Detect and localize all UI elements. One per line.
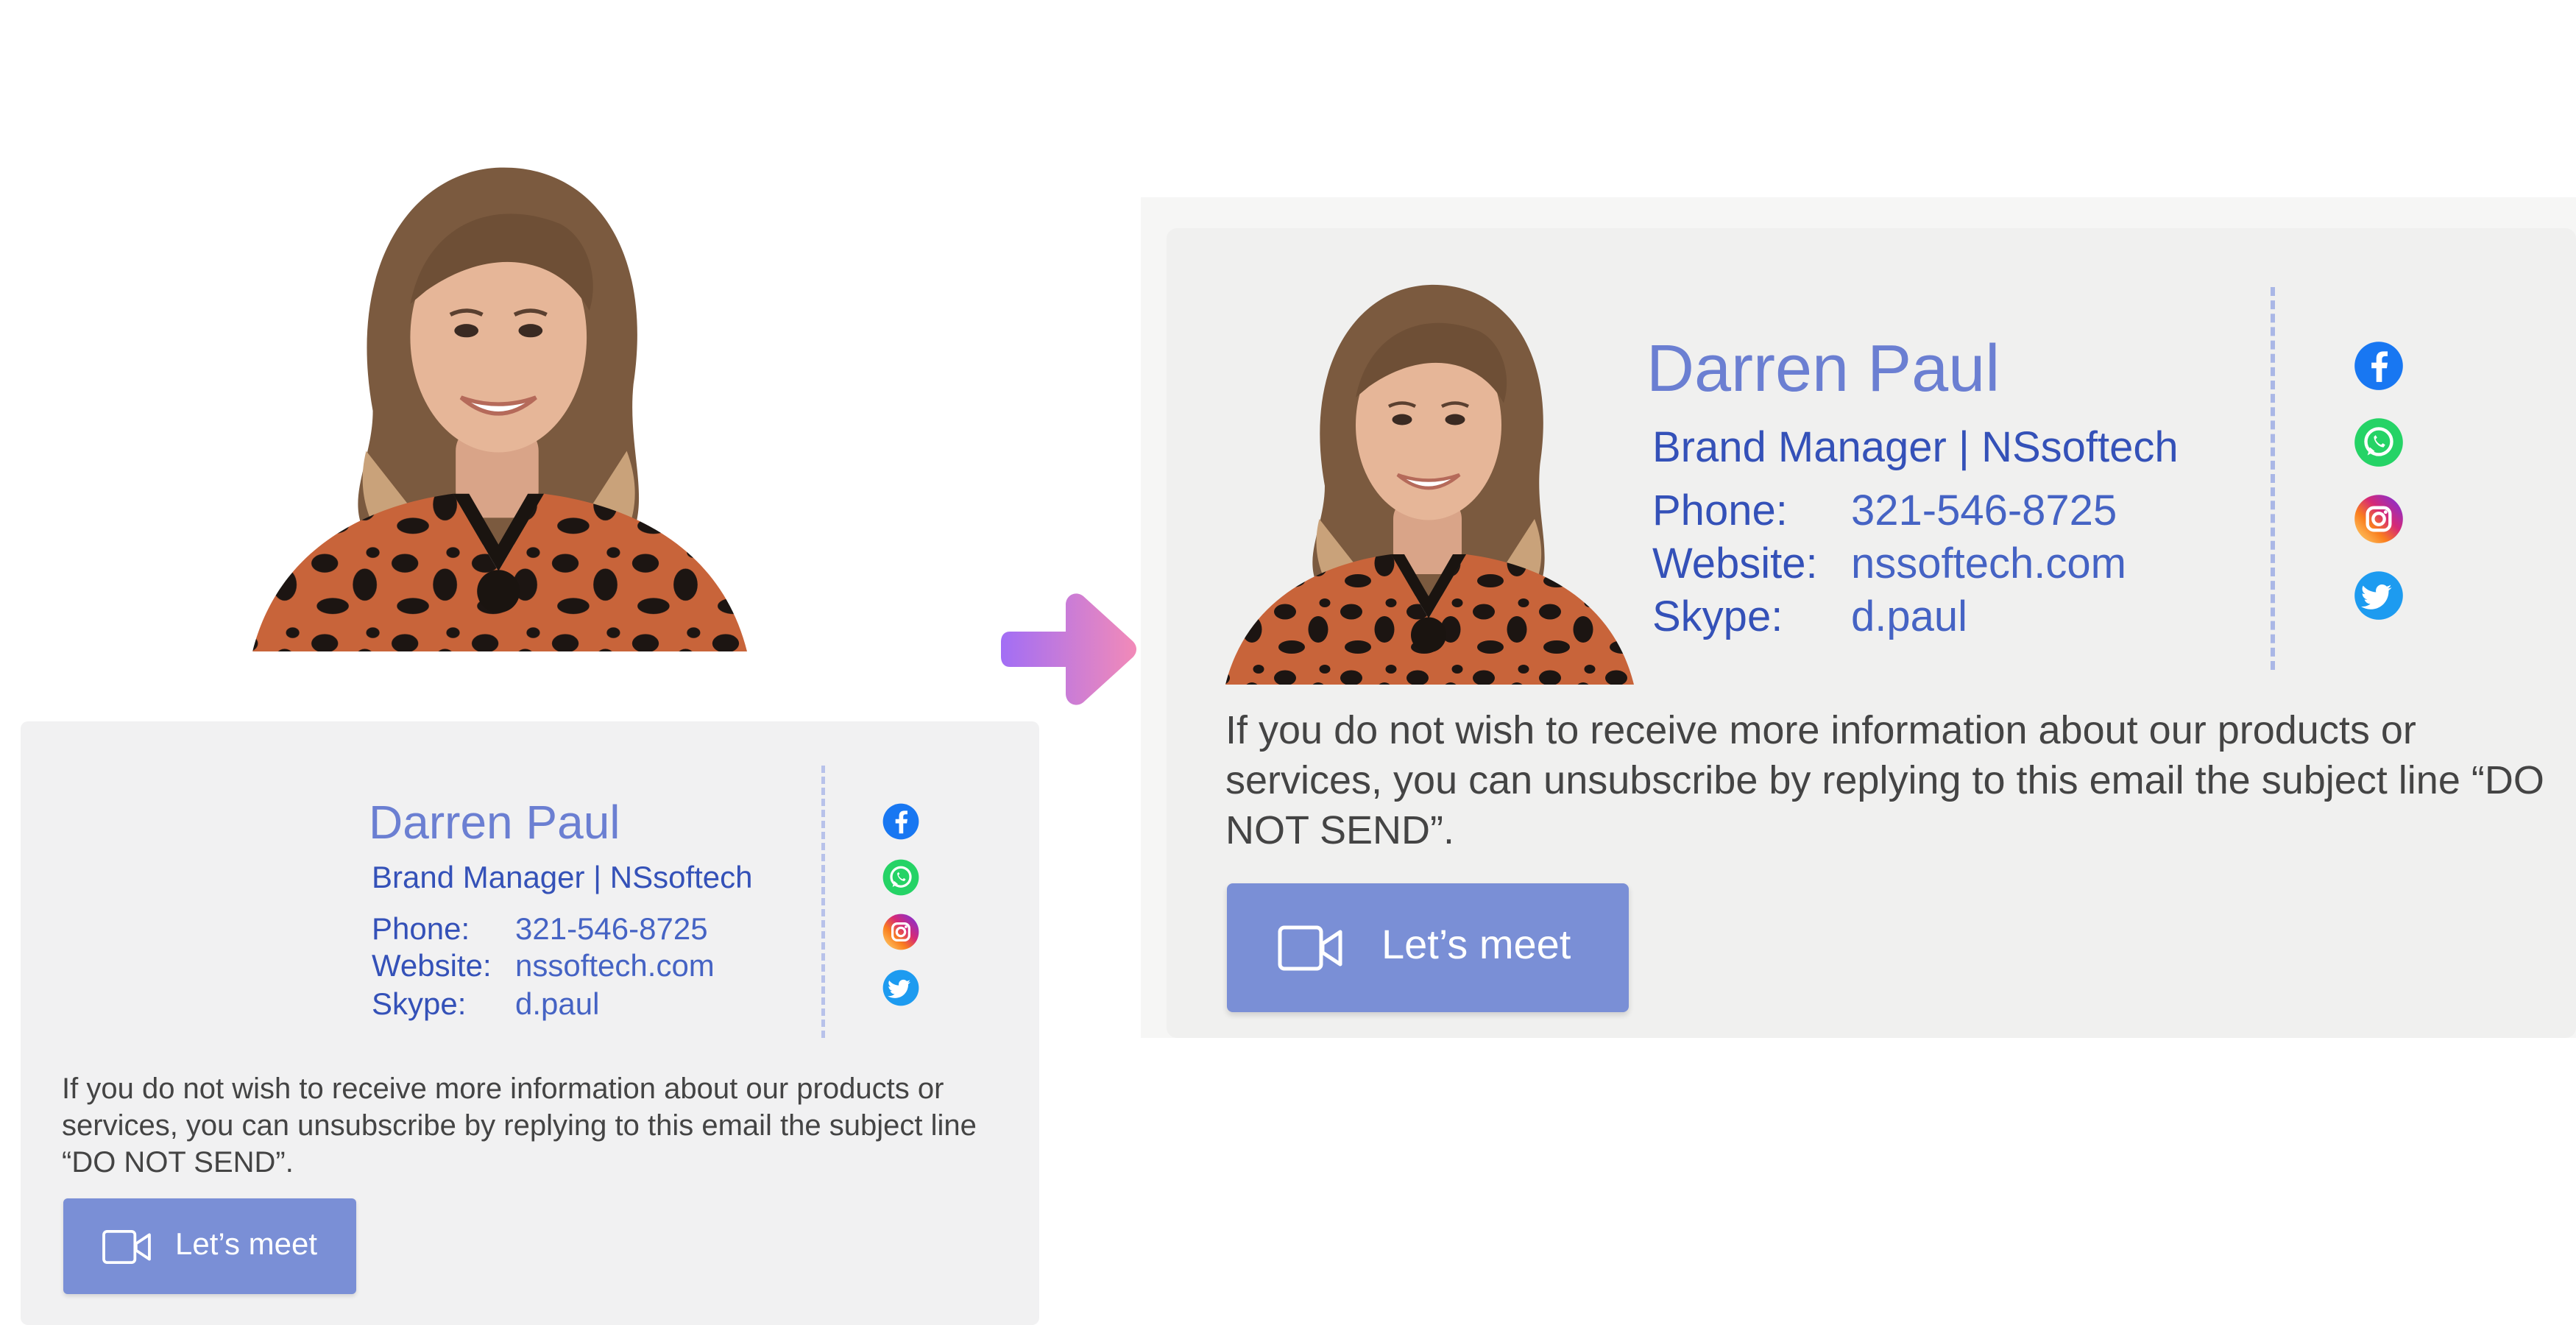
instagram-icon[interactable] [882,913,920,951]
unsubscribe-disclaimer: If you do not wish to receive more infor… [62,1073,977,1179]
website-row: Website: nssoftech.com [1652,539,2126,588]
signature-role: Brand Manager | NSsoftech [372,860,753,894]
signature-card-before: Darren Paul Brand Manager | NSsoftech Ph… [21,721,1039,1325]
profile-photo [1196,265,1652,685]
phone-label: Phone: [372,911,470,946]
signature-name: Darren Paul [1646,332,2000,406]
lets-meet-label: Let’s meet [175,1226,317,1261]
skype-value[interactable]: d.paul [515,986,599,1021]
twitter-icon[interactable] [2353,570,2405,621]
skype-label: Skype: [1652,593,1783,640]
signature-role: Brand Manager | NSsoftech [1652,423,2179,471]
signature-name: Darren Paul [369,796,620,849]
profile-photo [224,144,762,651]
skype-value[interactable]: d.paul [1851,593,1967,640]
dashed-divider [821,766,825,1038]
signature-card-after: Darren Paul Brand Manager | NSsoftech Ph… [1167,228,2576,1038]
phone-value[interactable]: 321-546-8725 [515,911,708,946]
lets-meet-button[interactable]: Let’s meet [1227,883,1629,1012]
comparison-stage: Darren Paul Brand Manager | NSsoftech Ph… [0,0,2576,1325]
website-link[interactable]: nssoftech.com [1851,540,2126,587]
website-label: Website: [372,948,492,983]
dashed-divider [2271,287,2275,670]
lets-meet-button[interactable]: Let’s meet [63,1198,356,1294]
lets-meet-label: Let’s meet [1381,921,1571,967]
facebook-icon[interactable] [882,802,920,841]
video-camera-icon [102,1226,152,1268]
whatsapp-icon[interactable] [2353,417,2405,468]
skype-label: Skype: [372,986,467,1021]
whatsapp-icon[interactable] [882,858,920,897]
video-camera-icon [1277,922,1343,975]
website-row: Website: nssoftech.com [372,948,715,983]
phone-row: Phone: 321-546-8725 [1652,486,2117,535]
website-link[interactable]: nssoftech.com [515,948,715,983]
unsubscribe-disclaimer: If you do not wish to receive more infor… [1225,708,2544,852]
phone-label: Phone: [1652,487,1788,534]
facebook-icon[interactable] [2353,340,2405,392]
arrow-right-icon [1001,593,1136,705]
phone-value[interactable]: 321-546-8725 [1851,487,2117,534]
instagram-icon[interactable] [2353,493,2405,545]
phone-row: Phone: 321-546-8725 [372,911,708,947]
twitter-icon[interactable] [882,969,920,1007]
skype-row: Skype: d.paul [1652,592,1967,641]
website-label: Website: [1652,540,1818,587]
skype-row: Skype: d.paul [372,986,599,1022]
